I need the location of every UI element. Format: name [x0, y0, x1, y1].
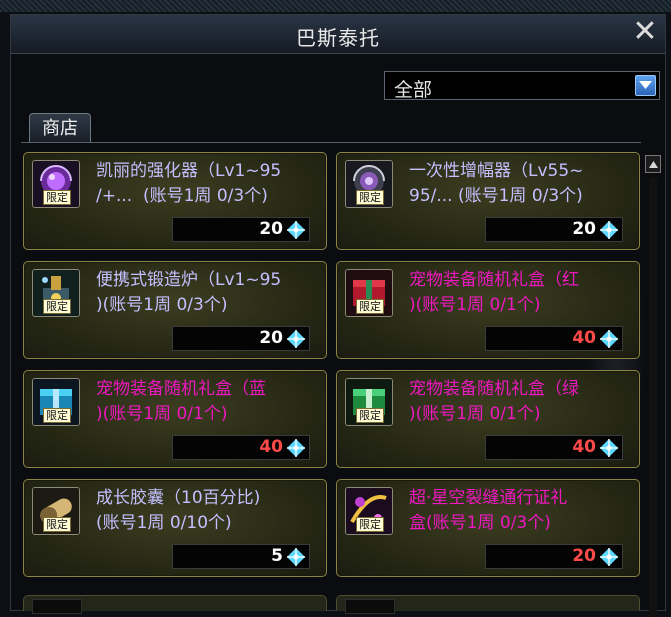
limited-badge: 限定 [43, 517, 71, 532]
item-card[interactable]: 限定 宠物装备随机礼盒（绿 )(账号1周 0/1个) 40 [336, 370, 640, 468]
tab-underline [21, 142, 641, 143]
category-selected: 全部 [394, 79, 433, 101]
item-name: 宠物装备随机礼盒（红 )(账号1周 0/1个) [409, 268, 634, 318]
item-card[interactable]: 限定 凯丽的强化器（Lv1~95 /+... (账号1周 0/3个) 20 [23, 152, 327, 250]
item-name-line1: 宠物装备随机礼盒（红 [409, 270, 579, 290]
close-icon[interactable]: ✕ [631, 17, 659, 47]
item-name-line2: )(账号1周 0/1个) [409, 295, 541, 315]
capsule-icon[interactable]: 限定 [32, 487, 80, 535]
title-bar[interactable]: 巴斯泰托 ✕ [11, 15, 665, 54]
limited-badge: 限定 [356, 408, 384, 423]
green-gift-box-icon[interactable]: 限定 [345, 378, 393, 426]
item-name-line1: 成长胶囊（10百分比) [96, 488, 261, 508]
blue-gift-box-icon[interactable]: 限定 [32, 378, 80, 426]
item-icon-slot [32, 599, 82, 614]
limited-badge: 限定 [356, 517, 384, 532]
item-card[interactable]: 限定 宠物装备随机礼盒（蓝 )(账号1周 0/1个) 40 [23, 370, 327, 468]
currency-gem-icon [286, 438, 306, 462]
item-name: 宠物装备随机礼盒（蓝 )(账号1周 0/1个) [96, 377, 321, 427]
item-card[interactable]: 限定 宠物装备随机礼盒（红 )(账号1周 0/1个) 40 [336, 261, 640, 359]
item-price: 40 [572, 437, 596, 457]
item-price: 20 [572, 546, 596, 566]
limited-badge: 限定 [43, 190, 71, 205]
price-box: 40 [485, 326, 623, 351]
scroll-up-icon[interactable] [645, 155, 661, 173]
category-dropdown[interactable]: 全部 [384, 71, 660, 101]
item-card[interactable]: 限定 便携式锻造炉（Lv1~95 )(账号1周 0/3个) 20 [23, 261, 327, 359]
limited-badge: 限定 [43, 408, 71, 423]
item-price: 20 [259, 328, 283, 348]
item-price: 20 [572, 219, 596, 239]
item-name-line1: 宠物装备随机礼盒（蓝 [96, 379, 266, 399]
currency-gem-icon [286, 220, 306, 244]
item-name-line1: 宠物装备随机礼盒（绿 [409, 379, 579, 399]
purple-orb-icon[interactable]: 限定 [32, 160, 80, 208]
window-title: 巴斯泰托 [296, 26, 380, 50]
item-price: 40 [259, 437, 283, 457]
item-name: 一次性增幅器（Lv55~ 95/... (账号1周 0/3个) [409, 159, 634, 209]
item-name-line2: )(账号1周 0/1个) [409, 404, 541, 424]
tab-shop[interactable]: 商店 [29, 113, 91, 143]
item-name-line1: 一次性增幅器（Lv55~ [409, 161, 584, 181]
currency-gem-icon [599, 329, 619, 353]
item-name-line2: )(账号1周 0/3个) [96, 295, 228, 315]
forge-icon[interactable]: 限定 [32, 269, 80, 317]
item-icon-slot [345, 599, 395, 614]
item-name: 成长胶囊（10百分比) (账号1周 0/10个) [96, 486, 321, 536]
currency-gem-icon [599, 220, 619, 244]
limited-badge: 限定 [356, 190, 384, 205]
limited-badge: 限定 [356, 299, 384, 314]
item-card-partial [23, 595, 327, 614]
item-name-line2: (账号1周 0/10个) [96, 513, 232, 533]
top-background-strip [0, 0, 671, 12]
item-card-partial [336, 595, 640, 614]
item-card[interactable]: 限定 超·星空裂缝通行证礼 盒(账号1周 0/3个) 20 [336, 479, 640, 577]
scrollbar-track[interactable] [649, 177, 657, 617]
price-box: 20 [485, 544, 623, 569]
currency-gem-icon [599, 438, 619, 462]
price-box: 40 [485, 435, 623, 460]
currency-gem-icon [599, 547, 619, 571]
item-name-line2: /+... (账号1周 0/3个) [96, 186, 268, 206]
item-name: 凯丽的强化器（Lv1~95 /+... (账号1周 0/3个) [96, 159, 321, 209]
item-price: 20 [259, 219, 283, 239]
currency-gem-icon [286, 329, 306, 353]
item-price: 40 [572, 328, 596, 348]
pass-gift-icon[interactable]: 限定 [345, 487, 393, 535]
amplifier-orb-icon[interactable]: 限定 [345, 160, 393, 208]
limited-badge: 限定 [43, 299, 71, 314]
item-name-line1: 便携式锻造炉（Lv1~95 [96, 270, 282, 290]
price-box: 20 [172, 217, 310, 242]
item-price: 5 [271, 546, 283, 566]
item-name-line2: 盒(账号1周 0/3个) [409, 513, 551, 533]
item-card[interactable]: 限定 成长胶囊（10百分比) (账号1周 0/10个) 5 [23, 479, 327, 577]
chevron-down-icon[interactable] [635, 75, 656, 96]
item-card[interactable]: 限定 一次性增幅器（Lv55~ 95/... (账号1周 0/3个) 20 [336, 152, 640, 250]
price-box: 20 [172, 326, 310, 351]
item-name-line2: 95/... (账号1周 0/3个) [409, 186, 583, 206]
red-gift-box-icon[interactable]: 限定 [345, 269, 393, 317]
item-name-line1: 超·星空裂缝通行证礼 [409, 488, 568, 508]
item-name: 超·星空裂缝通行证礼 盒(账号1周 0/3个) [409, 486, 634, 536]
item-name-line2: )(账号1周 0/1个) [96, 404, 228, 424]
price-box: 20 [485, 217, 623, 242]
price-box: 5 [172, 544, 310, 569]
price-box: 40 [172, 435, 310, 460]
currency-gem-icon [286, 547, 306, 571]
item-name: 便携式锻造炉（Lv1~95 )(账号1周 0/3个) [96, 268, 321, 318]
item-name-line1: 凯丽的强化器（Lv1~95 [96, 161, 282, 181]
item-name: 宠物装备随机礼盒（绿 )(账号1周 0/1个) [409, 377, 634, 427]
